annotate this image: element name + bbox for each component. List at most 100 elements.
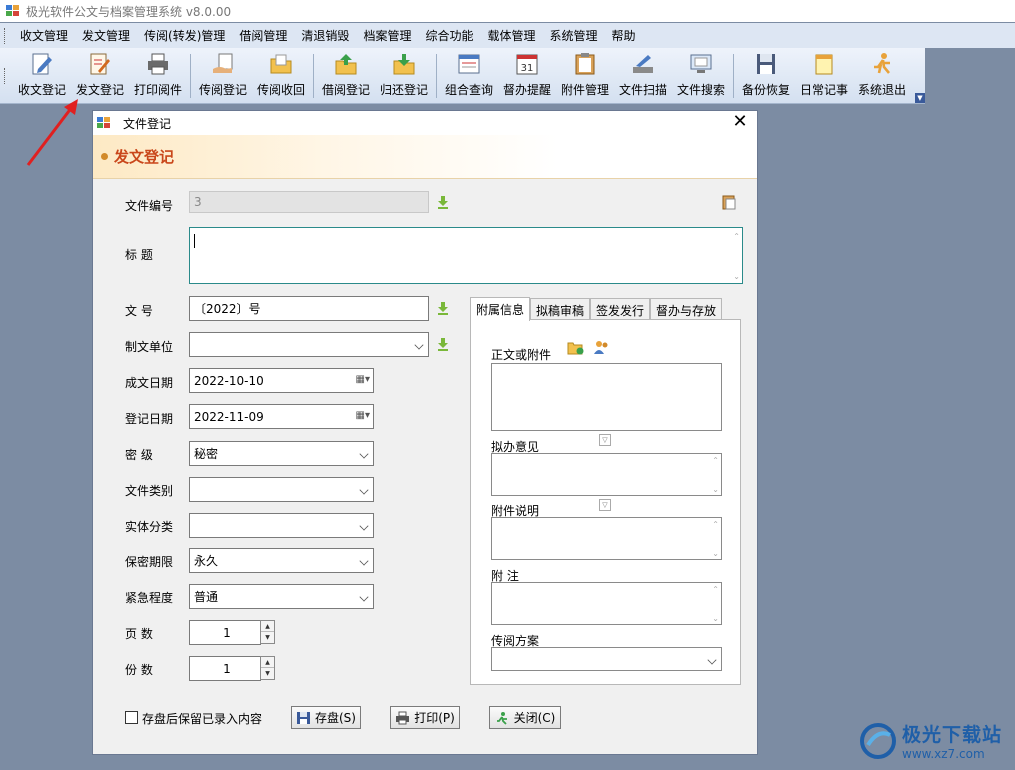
spin-down-icon[interactable]: ▼ <box>261 632 274 643</box>
backup-restore-button[interactable]: 备份恢复 <box>737 49 795 103</box>
keep-content-label: 存盘后保留已录入内容 <box>142 712 263 726</box>
dialog-title: 文件登记 <box>123 116 172 131</box>
menu-circulate[interactable]: 传阅(转发)管理 <box>137 27 232 44</box>
keep-content-checkbox[interactable] <box>125 711 138 724</box>
register-date-value: 2022-11-09 <box>194 409 264 424</box>
menu-destroy[interactable]: 清退销毁 <box>294 27 356 44</box>
subject-textarea[interactable]: ⌃ ⌄ <box>189 227 743 284</box>
attach-note-textarea[interactable]: ⌃ ⌄ <box>491 517 722 560</box>
spin-up-icon[interactable]: ▲ <box>261 657 274 668</box>
text-cursor <box>194 234 195 248</box>
scroll-up-icon[interactable]: ⌃ <box>712 456 719 465</box>
return-register-button[interactable]: 归还登记 <box>375 49 433 103</box>
svg-text:31: 31 <box>521 63 534 74</box>
download-icon[interactable] <box>437 337 449 351</box>
tab-draft-review[interactable]: 拟稿审稿 <box>530 298 591 320</box>
attachment-manage-button[interactable]: 附件管理 <box>556 49 614 103</box>
file-scan-button[interactable]: 文件扫描 <box>614 49 672 103</box>
secrecy-select[interactable]: 秘密 <box>189 441 374 466</box>
menu-archive[interactable]: 档案管理 <box>356 27 418 44</box>
watermark-logo-icon <box>860 722 896 759</box>
add-folder-icon[interactable] <box>567 340 584 355</box>
copies-spinner[interactable]: ▲ ▼ <box>260 656 275 680</box>
tab-issue-release[interactable]: 签发发行 <box>590 298 651 320</box>
file-search-button[interactable]: 文件搜索 <box>672 49 730 103</box>
note-textarea[interactable]: ⌃ ⌄ <box>491 582 722 625</box>
close-button[interactable]: 关闭(C) <box>489 706 561 729</box>
scroll-up-icon[interactable]: ⌃ <box>712 520 719 529</box>
floppy-icon <box>297 711 310 724</box>
paste-icon[interactable] <box>721 194 737 210</box>
retention-value: 永久 <box>194 554 219 568</box>
scroll-down-icon[interactable]: ⌄ <box>712 485 719 494</box>
issuer-select[interactable] <box>189 332 429 357</box>
attachment-label: 正文或附件 <box>491 348 552 362</box>
menu-borrow[interactable]: 借阅管理 <box>232 27 294 44</box>
printer-icon <box>148 53 168 75</box>
section-header: 发文登记 <box>93 135 757 179</box>
close-icon[interactable]: ✕ <box>731 112 749 132</box>
system-exit-button[interactable]: 系统退出 <box>853 49 911 103</box>
calendar-dropdown-icon[interactable]: ▦▾ <box>356 410 370 421</box>
register-date-picker[interactable]: 2022-11-09 ▦▾ <box>189 404 374 429</box>
attach-note-dropdown-icon[interactable]: ▽ <box>599 499 611 511</box>
urgency-select[interactable]: 普通 <box>189 584 374 609</box>
scroll-up-icon[interactable]: ⌃ <box>712 585 719 594</box>
toolbar-overflow-button[interactable]: ▼ <box>915 93 925 103</box>
toolbar-label: 归还登记 <box>379 83 428 97</box>
calendar-dropdown-icon[interactable]: ▦▾ <box>356 374 370 385</box>
combined-query-button[interactable]: 组合查询 <box>440 49 498 103</box>
pages-stepper[interactable]: 1 <box>189 620 261 645</box>
tab-supervise-storage[interactable]: 督办与存放 <box>650 298 723 320</box>
scroll-down-icon[interactable]: ⌄ <box>733 272 740 281</box>
pages-label: 页 数 <box>125 627 153 641</box>
scroll-down-icon[interactable]: ⌄ <box>712 549 719 558</box>
attachment-list[interactable] <box>491 363 722 431</box>
circulate-recall-button[interactable]: 传阅收回 <box>252 49 310 103</box>
print-button-label: 打印(P) <box>414 711 455 725</box>
close-button-label: 关闭(C) <box>513 711 556 725</box>
scroll-up-icon[interactable]: ⌃ <box>733 232 740 241</box>
created-date-picker[interactable]: 2022-10-10 ▦▾ <box>189 368 374 393</box>
toolbar-label: 传阅收回 <box>256 83 305 97</box>
doc-no-field[interactable]: 〔2022〕号 <box>189 296 429 321</box>
daily-notes-button[interactable]: 日常记事 <box>795 49 853 103</box>
copies-stepper[interactable]: 1 <box>189 656 261 681</box>
users-icon[interactable] <box>593 339 610 355</box>
circulation-select[interactable] <box>491 647 722 671</box>
menu-send[interactable]: 发文管理 <box>75 27 137 44</box>
opinion-dropdown-icon[interactable]: ▽ <box>599 434 611 446</box>
entity-class-select[interactable] <box>189 513 374 538</box>
subject-label: 标 题 <box>125 248 153 262</box>
borrow-register-button[interactable]: 借阅登记 <box>317 49 375 103</box>
menu-media[interactable]: 载体管理 <box>480 27 542 44</box>
toolbar-label: 督办提醒 <box>502 83 551 97</box>
save-button[interactable]: 存盘(S) <box>291 706 361 729</box>
retention-select[interactable]: 永久 <box>189 548 374 573</box>
opinion-textarea[interactable]: ⌃ ⌄ <box>491 453 722 496</box>
spin-up-icon[interactable]: ▲ <box>261 621 274 632</box>
download-icon[interactable] <box>437 195 449 209</box>
dialog-logo-icon <box>97 117 111 129</box>
menu-help[interactable]: 帮助 <box>605 27 643 44</box>
menu-system[interactable]: 系统管理 <box>542 27 604 44</box>
print-doc-button[interactable]: 打印阅件 <box>129 49 187 103</box>
doc-no-label: 文 号 <box>125 304 153 318</box>
toolbar-label: 文件扫描 <box>618 83 667 97</box>
print-button[interactable]: 打印(P) <box>390 706 460 729</box>
menu-receive[interactable]: 收文管理 <box>13 27 75 44</box>
category-select[interactable] <box>189 477 374 502</box>
edit-doc-icon <box>90 53 110 75</box>
menu-grip <box>4 27 7 44</box>
menu-general[interactable]: 综合功能 <box>418 27 480 44</box>
download-icon[interactable] <box>437 301 449 315</box>
circulate-register-button[interactable]: 传阅登记 <box>194 49 252 103</box>
menu-bar: 收文管理 发文管理 传阅(转发)管理 借阅管理 清退销毁 档案管理 综合功能 载… <box>0 23 1015 48</box>
pencil-doc-icon <box>32 53 52 75</box>
scroll-down-icon[interactable]: ⌄ <box>712 614 719 623</box>
watermark: 极光下载站 www.xz7.com <box>858 718 1008 763</box>
pages-spinner[interactable]: ▲ ▼ <box>260 620 275 644</box>
spin-down-icon[interactable]: ▼ <box>261 668 274 679</box>
tab-attached-info[interactable]: 附属信息 <box>470 297 531 321</box>
reminder-button[interactable]: 31 督办提醒 <box>498 49 556 103</box>
